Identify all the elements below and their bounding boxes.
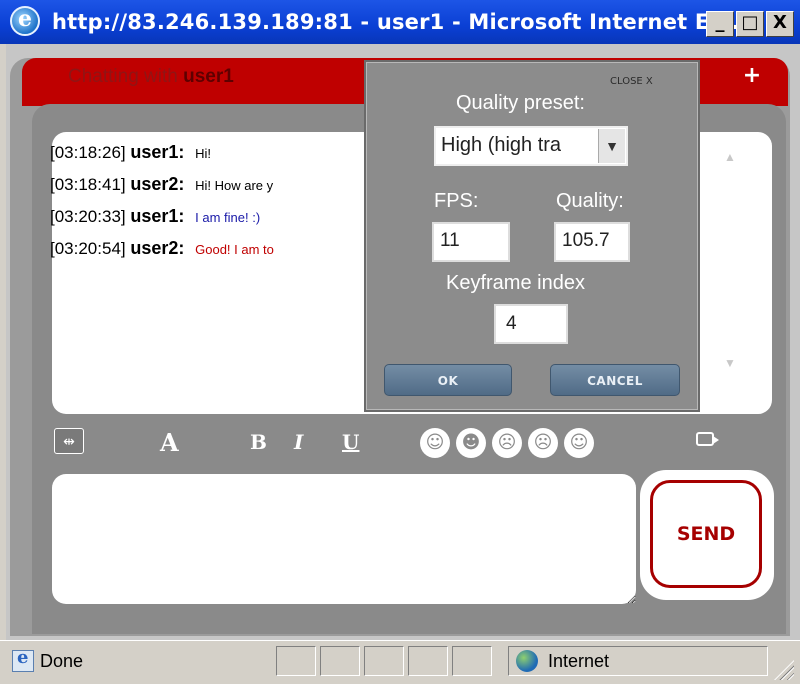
message-input[interactable]: [52, 474, 636, 604]
chat-message: [03:18:41] user2: Hi! How are y: [50, 174, 273, 195]
bold-button[interactable]: B: [250, 430, 267, 454]
scroll-up-arrow-icon[interactable]: ▲: [724, 150, 736, 164]
chevron-down-icon[interactable]: ▼: [598, 129, 625, 163]
quality-input[interactable]: 105.7: [554, 222, 630, 262]
internet-explorer-icon: [10, 6, 40, 36]
page-icon: [12, 647, 34, 672]
underline-button[interactable]: U: [342, 430, 359, 454]
chat-message: [03:20:54] user2: Good! I am to: [50, 238, 274, 259]
minimize-button[interactable]: _: [706, 11, 734, 37]
add-button[interactable]: +: [742, 65, 762, 87]
chat-message: [03:20:33] user1: I am fine! :): [50, 206, 260, 227]
wink-icon[interactable]: ☺: [564, 428, 594, 458]
status-panel: [408, 646, 448, 676]
message-text: Hi! How are y: [195, 178, 274, 193]
camera-icon[interactable]: [696, 432, 719, 446]
status-panel: [452, 646, 492, 676]
quality-label: Quality:: [556, 190, 624, 212]
message-text: I am fine! :): [195, 210, 261, 225]
keyframe-index-input[interactable]: 4: [494, 304, 568, 344]
chat-title: Chatting with user1: [68, 66, 234, 88]
zone-panel: [508, 646, 768, 676]
dialog-close-button[interactable]: CLOSE X: [610, 76, 653, 87]
strikethrough-icon[interactable]: ⇹: [54, 428, 84, 454]
window-title: http://83.246.139.189:81 - user1 - Micro…: [52, 10, 748, 34]
message-timestamp: [03:18:41]: [50, 175, 126, 194]
message-timestamp: [03:20:33]: [50, 207, 126, 226]
message-timestamp: [03:18:26]: [50, 143, 126, 162]
ok-button[interactable]: OK: [384, 364, 512, 396]
status-panel: [320, 646, 360, 676]
chat-title-user: user1: [183, 66, 234, 87]
angry-icon[interactable]: ☹: [528, 428, 558, 458]
font-button[interactable]: A: [160, 428, 179, 457]
chat-message: [03:18:26] user1: Hi!: [50, 142, 211, 163]
keyframe-index-label: Keyframe index: [446, 272, 585, 294]
smile-icon[interactable]: ☺: [420, 428, 450, 458]
status-panel: [276, 646, 316, 676]
fps-input[interactable]: 11: [432, 222, 510, 262]
message-user: user2:: [130, 238, 185, 258]
fps-label: FPS:: [434, 190, 479, 212]
security-zone-text: Internet: [548, 651, 610, 671]
sad-icon[interactable]: ☹: [492, 428, 522, 458]
cancel-button[interactable]: CANCEL: [550, 364, 680, 396]
message-user: user1:: [130, 206, 185, 226]
chat-title-prefix: Chatting with: [68, 66, 184, 87]
quality-preset-value[interactable]: High (high tra: [441, 134, 591, 157]
maximize-button[interactable]: □: [736, 11, 764, 37]
scroll-down-arrow-icon[interactable]: ▼: [724, 356, 736, 370]
quality-preset-label: Quality preset:: [456, 92, 585, 114]
message-user: user1:: [130, 142, 185, 162]
status-text: Done: [40, 651, 84, 671]
globe-icon: [516, 650, 538, 672]
close-window-button[interactable]: X: [766, 11, 794, 37]
status-panel: [364, 646, 404, 676]
grin-icon[interactable]: ☻: [456, 428, 486, 458]
italic-button[interactable]: I: [294, 430, 303, 454]
send-button[interactable]: SEND: [650, 480, 762, 588]
message-text: Good! I am to: [195, 242, 274, 257]
message-text: Hi!: [195, 146, 212, 161]
message-user: user2:: [130, 174, 185, 194]
message-timestamp: [03:20:54]: [50, 239, 126, 258]
